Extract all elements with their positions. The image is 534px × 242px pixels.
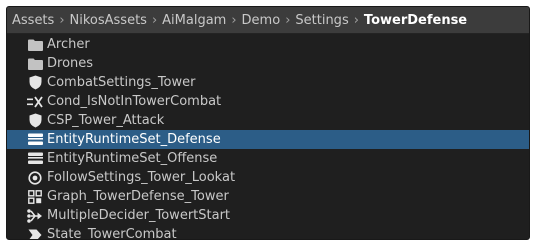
graph-icon <box>27 189 43 205</box>
chevron-right-icon: › <box>231 12 237 28</box>
list-item-state-towercombat[interactable]: State_TowerCombat <box>7 225 529 240</box>
target-icon <box>27 170 43 186</box>
runtime-set-icon <box>27 132 43 148</box>
list-item-drones[interactable]: Drones <box>7 54 529 73</box>
asset-list: Archer Drones CombatSettings_Tower Cond_… <box>7 35 529 240</box>
chevron-right-icon: › <box>151 12 158 28</box>
chevron-right-icon: › <box>59 12 65 28</box>
list-item-label: EntityRuntimeSet_Offense <box>47 151 218 166</box>
project-window-frame: Assets › NikosAssets › AiMalgam › Demo ›… <box>0 0 534 242</box>
condition-icon <box>27 94 43 110</box>
list-item-archer[interactable]: Archer <box>7 35 529 54</box>
folder-icon <box>27 37 43 53</box>
list-item-label: Archer <box>47 37 90 52</box>
breadcrumb: Assets › NikosAssets › AiMalgam › Demo ›… <box>7 7 529 34</box>
list-item-label: FollowSettings_Tower_Lookat <box>47 170 236 185</box>
state-icon <box>27 227 43 239</box>
list-item-followsettings-tower-lookat[interactable]: FollowSettings_Tower_Lookat <box>7 168 529 187</box>
breadcrumb-item-assets[interactable]: Assets <box>12 13 54 28</box>
breadcrumb-item-towerdefense[interactable]: TowerDefense <box>364 13 467 28</box>
chevron-right-icon: › <box>353 12 359 28</box>
shield-icon <box>27 75 43 91</box>
breadcrumb-item-demo[interactable]: Demo <box>242 13 281 28</box>
list-item-entityruntimeset-defense[interactable]: EntityRuntimeSet_Defense <box>7 130 529 149</box>
list-item-label: CSP_Tower_Attack <box>47 113 165 128</box>
list-item-combatsettings-tower[interactable]: CombatSettings_Tower <box>7 73 529 92</box>
list-item-cond-isnotintowercombat[interactable]: Cond_IsNotInTowerCombat <box>7 92 529 111</box>
project-browser-panel: Assets › NikosAssets › AiMalgam › Demo ›… <box>6 6 530 240</box>
runtime-set-icon <box>27 151 43 167</box>
list-item-label: Cond_IsNotInTowerCombat <box>47 94 222 109</box>
list-item-label: MultipleDecider_TowertStart <box>47 208 231 223</box>
list-item-label: CombatSettings_Tower <box>47 75 196 90</box>
list-item-label: EntityRuntimeSet_Defense <box>47 132 221 147</box>
list-item-label: Drones <box>47 56 94 71</box>
breadcrumb-item-settings[interactable]: Settings <box>295 13 348 28</box>
chevron-right-icon: › <box>285 12 291 28</box>
folder-icon <box>27 56 43 72</box>
breadcrumb-item-aimalgam[interactable]: AiMalgam <box>162 13 226 28</box>
list-item-csp-tower-attack[interactable]: CSP_Tower_Attack <box>7 111 529 130</box>
shield-icon <box>27 113 43 129</box>
list-item-label: Graph_TowerDefense_Tower <box>47 189 229 204</box>
list-item-label: State_TowerCombat <box>47 227 177 240</box>
list-item-entityruntimeset-offense[interactable]: EntityRuntimeSet_Offense <box>7 149 529 168</box>
list-item-multipledecider-towertstart[interactable]: MultipleDecider_TowertStart <box>7 206 529 225</box>
breadcrumb-item-nikosassets[interactable]: NikosAssets <box>70 13 147 28</box>
decider-icon <box>27 208 43 224</box>
list-item-graph-towerdefense-tower[interactable]: Graph_TowerDefense_Tower <box>7 187 529 206</box>
